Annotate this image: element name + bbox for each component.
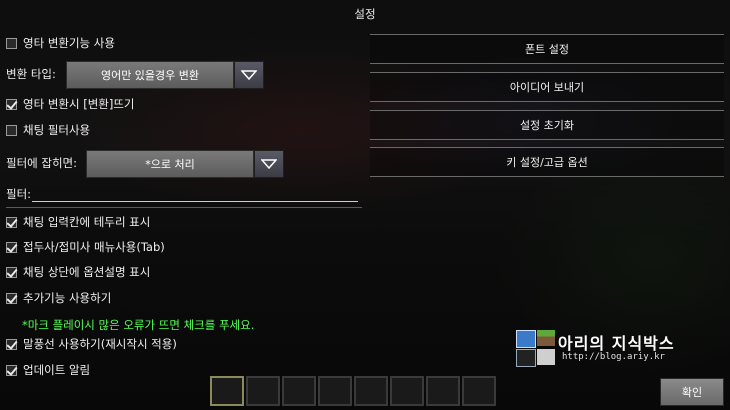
option-checkbox[interactable] [6,216,17,228]
option-row[interactable]: 채팅 입력칸에 테두리 표시 [6,214,150,230]
blue-block-icon [516,330,536,348]
send-idea-button[interactable]: 아이디어 보내기 [370,72,724,102]
english-convert-label: 영타 변환기능 사용 [23,36,115,50]
option-label: 말풍선 사용하기(재시작시 적용) [23,337,177,351]
convert-type-label: 변환 타입: [6,67,56,81]
hotbar-slot [210,376,244,406]
filter-action-dropdown[interactable]: *으로 처리 [86,150,254,178]
option-checkbox[interactable] [6,364,17,376]
chevron-down-icon [241,70,257,80]
convert-type-dropdown[interactable]: 영어만 있을경우 변환 [66,61,234,89]
option-row[interactable]: 말풍선 사용하기(재시작시 적용) [6,336,177,352]
filter-input[interactable] [32,201,358,202]
hotbar-slot [354,376,388,406]
option-row[interactable]: 접두사/접미사 매뉴사용(Tab) [6,239,165,255]
hotbar-slot [246,376,280,406]
divider [6,207,362,208]
option-checkbox[interactable] [6,266,17,278]
filter-action-dropdown-button[interactable] [254,150,284,178]
option-row[interactable]: 채팅 상단에 옵션설명 표시 [6,264,150,280]
confirm-button[interactable]: 확인 [660,378,724,406]
watermark-url: http://blog.ariy.kr [562,352,665,362]
window-title: 설정 [354,7,376,21]
option-label: 업데이트 알림 [23,363,91,377]
option-label: 추가기능 사용하기 [23,291,112,305]
hotbar-slot [390,376,424,406]
convert-popup-checkbox[interactable] [6,98,17,110]
chat-filter-checkbox[interactable] [6,124,17,136]
convert-type-dropdown-button[interactable] [234,61,264,89]
option-label: 접두사/접미사 매뉴사용(Tab) [23,240,165,254]
option-label: 채팅 입력칸에 테두리 표시 [23,215,151,229]
option-label: 채팅 상단에 옵션설명 표시 [23,265,151,279]
option-checkbox[interactable] [6,292,17,304]
reset-settings-button[interactable]: 설정 초기화 [370,110,724,140]
hotbar-slot [282,376,316,406]
filter-field-label: 필터: [6,187,32,201]
grass-block-icon [537,330,555,346]
option-checkbox[interactable] [6,241,17,253]
hotbar-slot [318,376,352,406]
chevron-down-icon [261,159,277,169]
option-checkbox[interactable] [6,338,17,350]
english-convert-toggle[interactable]: 영타 변환기능 사용 [6,35,115,51]
screen-icon [516,349,536,367]
hotbar-slot [462,376,496,406]
stone-block-icon [537,349,555,365]
game-hotbar [210,376,532,410]
option-row[interactable]: 업데이트 알림 [6,362,90,378]
chat-filter-label: 채팅 필터사용 [23,123,91,137]
filter-action-label: 필터에 잡히면: [6,156,78,170]
font-settings-button[interactable]: 폰트 설정 [370,34,724,64]
option-row[interactable]: 추가기능 사용하기 [6,290,111,306]
chat-filter-toggle[interactable]: 채팅 필터사용 [6,122,90,138]
key-advanced-settings-button[interactable]: 키 설정/고급 옵션 [370,147,724,177]
english-convert-checkbox[interactable] [6,37,17,49]
watermark: 아리의 지식박스 http://blog.ariy.kr [516,328,716,368]
hotbar-slot [426,376,460,406]
watermark-title: 아리의 지식박스 [558,334,675,353]
convert-popup-label: 영타 변환시 [변환]뜨기 [23,97,135,111]
convert-popup-toggle[interactable]: 영타 변환시 [변환]뜨기 [6,96,135,112]
warning-text: *마크 플레이시 많은 오류가 뜨면 체크를 푸세요. [22,318,255,332]
